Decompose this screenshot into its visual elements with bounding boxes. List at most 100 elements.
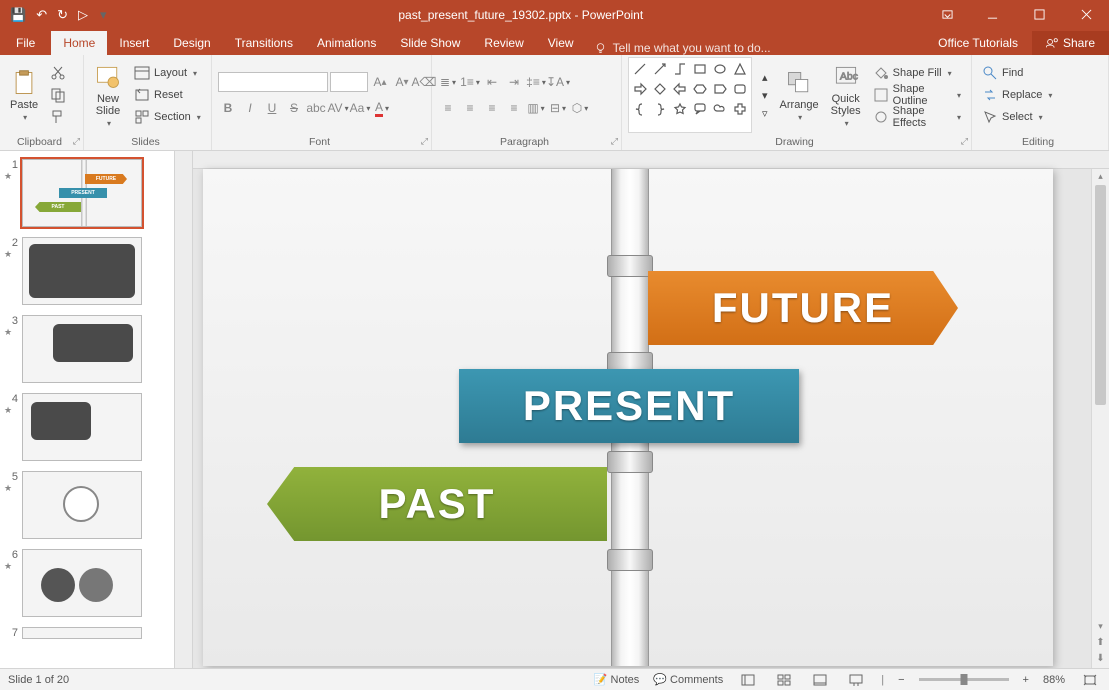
reset-button[interactable]: Reset: [130, 84, 205, 106]
share-button[interactable]: Share: [1032, 31, 1109, 55]
slide-thumbnail-7[interactable]: [22, 627, 142, 639]
slide-sorter-button[interactable]: [773, 671, 795, 689]
shape-connector-icon[interactable]: [671, 60, 689, 78]
align-text-button[interactable]: ⊟▾: [548, 97, 568, 119]
minimize-button[interactable]: [970, 0, 1015, 29]
tab-file[interactable]: File: [0, 31, 51, 55]
normal-view-button[interactable]: [737, 671, 759, 689]
fit-to-window-button[interactable]: [1079, 671, 1101, 689]
shape-oval-icon[interactable]: [711, 60, 729, 78]
slide-thumbnail-6[interactable]: [22, 549, 142, 617]
font-size-select[interactable]: [330, 72, 368, 92]
comments-button[interactable]: 💬 Comments: [653, 673, 723, 686]
shape-cloud-icon[interactable]: [711, 100, 729, 118]
line-spacing-button[interactable]: ‡≡▾: [526, 71, 546, 93]
smartart-button[interactable]: ⬡▾: [570, 97, 590, 119]
underline-button[interactable]: U: [262, 97, 282, 119]
align-left-button[interactable]: ≡: [438, 97, 458, 119]
justify-button[interactable]: ≡: [504, 97, 524, 119]
drawing-dialog-launcher[interactable]: ⤢: [961, 136, 968, 147]
vertical-scrollbar[interactable]: ▴ ▾ ⬆ ⬇: [1091, 169, 1109, 668]
layout-button[interactable]: Layout▾: [130, 62, 205, 84]
shapes-scroll-up[interactable]: ▴: [758, 68, 772, 86]
sign-future[interactable]: FUTURE: [648, 271, 958, 345]
shape-plus-icon[interactable]: [731, 100, 749, 118]
save-icon[interactable]: 💾: [10, 7, 26, 23]
prev-slide-button[interactable]: ⬆: [1092, 637, 1109, 648]
slide-thumbnail-2[interactable]: [22, 237, 142, 305]
text-shadow-button[interactable]: abc: [306, 97, 326, 119]
shape-fill-button[interactable]: Shape Fill▾: [869, 62, 965, 84]
bullets-button[interactable]: ≣▾: [438, 71, 458, 93]
change-case-button[interactable]: Aa▾: [350, 97, 370, 119]
replace-button[interactable]: Replace▾: [978, 84, 1056, 106]
increase-indent-button[interactable]: ⇥: [504, 71, 524, 93]
bold-button[interactable]: B: [218, 97, 238, 119]
slide-panel[interactable]: 1★ FUTUREPRESENTPAST 2★ 3★ 4★ 5★ 6★ 7: [0, 151, 175, 668]
shapes-scroll-down[interactable]: ▾: [758, 86, 772, 104]
italic-button[interactable]: I: [240, 97, 260, 119]
font-dialog-launcher[interactable]: ⤢: [421, 136, 428, 147]
office-tutorials-tab[interactable]: Office Tutorials: [924, 31, 1032, 55]
clipboard-dialog-launcher[interactable]: ⤢: [73, 136, 80, 147]
shape-hex-icon[interactable]: [691, 80, 709, 98]
zoom-slider[interactable]: [919, 678, 1009, 681]
paste-button[interactable]: Paste ▾: [6, 57, 42, 133]
decrease-indent-button[interactable]: ⇤: [482, 71, 502, 93]
strikethrough-button[interactable]: S: [284, 97, 304, 119]
columns-button[interactable]: ▥▾: [526, 97, 546, 119]
arrange-button[interactable]: Arrange▾: [776, 57, 823, 133]
shape-outline-button[interactable]: Shape Outline▾: [869, 84, 965, 106]
format-painter-button[interactable]: [46, 106, 70, 128]
scrollbar-thumb[interactable]: [1095, 185, 1106, 405]
maximize-button[interactable]: [1017, 0, 1062, 29]
tab-animations[interactable]: Animations: [305, 31, 388, 55]
slideshow-view-button[interactable]: [845, 671, 867, 689]
tell-me-search[interactable]: Tell me what you want to do...: [594, 41, 771, 55]
tab-view[interactable]: View: [536, 31, 586, 55]
shape-pent-icon[interactable]: [711, 80, 729, 98]
slide-thumbnail-5[interactable]: [22, 471, 142, 539]
grow-font-button[interactable]: A▴: [370, 71, 390, 93]
slide-thumbnail-3[interactable]: [22, 315, 142, 383]
sign-past[interactable]: PAST: [267, 467, 607, 541]
slide-canvas-area[interactable]: ▴ ▾ ⬆ ⬇ FUTURE PRESENT PAST: [175, 151, 1109, 668]
text-direction-button[interactable]: ↧A▾: [548, 71, 568, 93]
shape-line-icon[interactable]: [631, 60, 649, 78]
zoom-level[interactable]: 88%: [1043, 674, 1065, 686]
align-right-button[interactable]: ≡: [482, 97, 502, 119]
shapes-gallery[interactable]: [628, 57, 752, 133]
reading-view-button[interactable]: [809, 671, 831, 689]
shape-rect-icon[interactable]: [691, 60, 709, 78]
select-button[interactable]: Select▾: [978, 106, 1056, 128]
tab-insert[interactable]: Insert: [107, 31, 161, 55]
numbering-button[interactable]: 1≡▾: [460, 71, 480, 93]
next-slide-button[interactable]: ⬇: [1092, 653, 1109, 664]
copy-button[interactable]: [46, 84, 70, 106]
paragraph-dialog-launcher[interactable]: ⤢: [611, 136, 618, 147]
ribbon-display-options[interactable]: [925, 0, 970, 29]
shape-rbrace-icon[interactable]: [651, 100, 669, 118]
shape-rarrow-icon[interactable]: [631, 80, 649, 98]
align-center-button[interactable]: ≡: [460, 97, 480, 119]
shapes-more[interactable]: ▿: [758, 104, 772, 122]
clear-formatting-button[interactable]: A⌫: [414, 71, 434, 93]
slide-thumbnail-4[interactable]: [22, 393, 142, 461]
redo-icon[interactable]: ↻: [57, 7, 68, 23]
shape-callout-icon[interactable]: [691, 100, 709, 118]
shrink-font-button[interactable]: A▾: [392, 71, 412, 93]
close-button[interactable]: [1064, 0, 1109, 29]
tab-slide-show[interactable]: Slide Show: [388, 31, 472, 55]
slide-counter[interactable]: Slide 1 of 20: [8, 674, 69, 686]
shape-line-arrow-icon[interactable]: [651, 60, 669, 78]
shape-lbrace-icon[interactable]: [631, 100, 649, 118]
slide-canvas[interactable]: FUTURE PRESENT PAST: [203, 169, 1053, 666]
zoom-in-button[interactable]: +: [1023, 674, 1029, 686]
tab-home[interactable]: Home: [51, 31, 107, 55]
zoom-out-button[interactable]: −: [898, 674, 904, 686]
font-color-button[interactable]: A▾: [372, 97, 392, 119]
shape-star-icon[interactable]: [671, 100, 689, 118]
new-slide-button[interactable]: New Slide ▾: [90, 57, 126, 133]
shape-larrow-icon[interactable]: [671, 80, 689, 98]
tab-design[interactable]: Design: [161, 31, 222, 55]
